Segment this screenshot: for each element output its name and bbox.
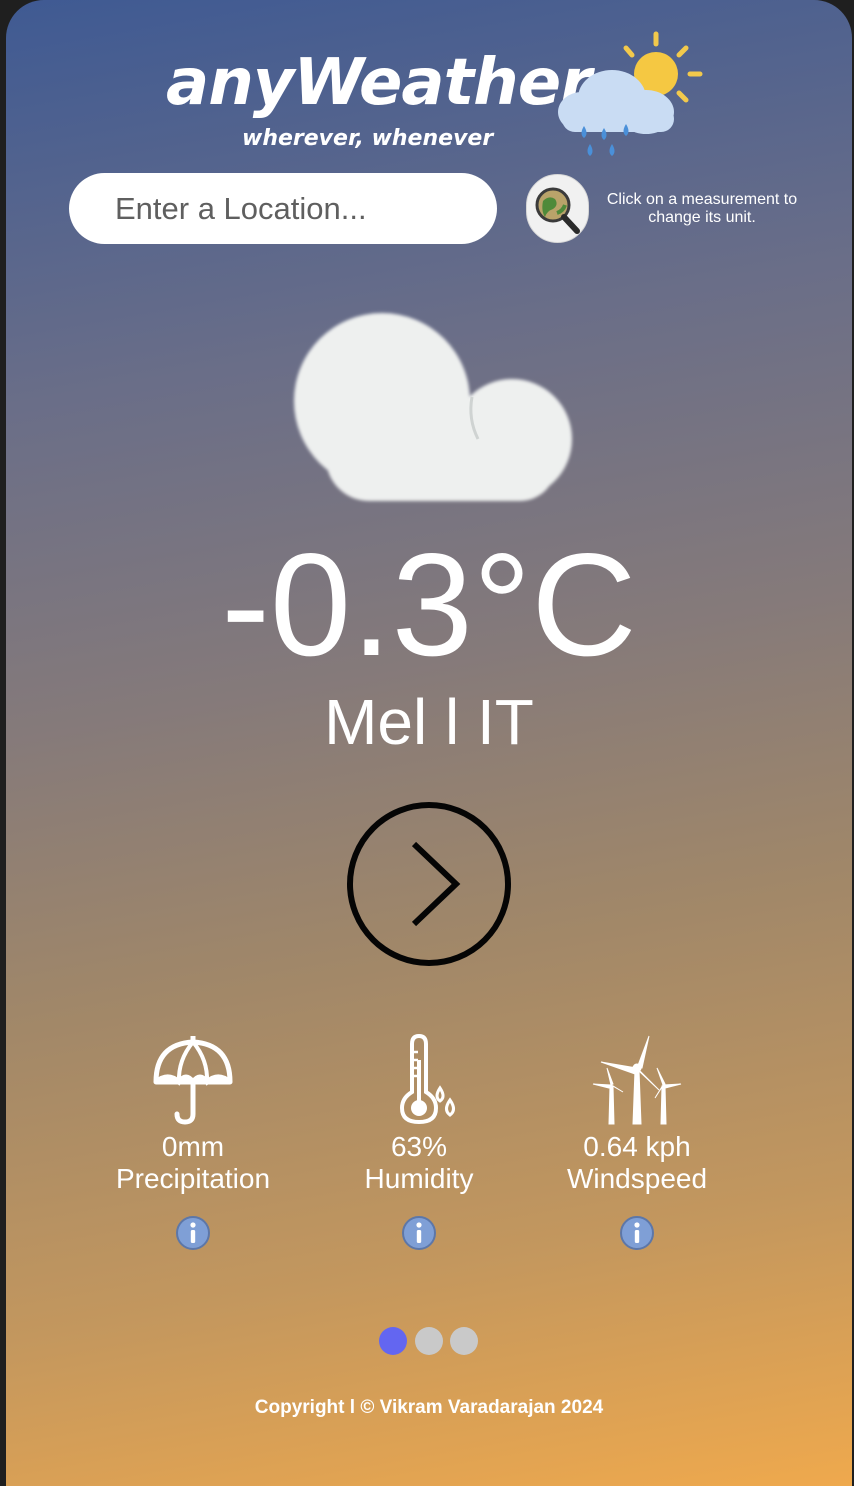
logo: anyWeather wherever, whenever — [156, 28, 716, 168]
precipitation-label: Precipitation — [115, 1163, 271, 1194]
next-arrow-button[interactable] — [344, 799, 514, 969]
precipitation-value[interactable]: 0mm — [73, 1132, 313, 1162]
unit-hint-text: Click on a measurement to change its uni… — [606, 191, 798, 226]
copyright-footer: Copyright l © Vikram Varadarajan 2024 — [254, 1397, 604, 1418]
page-dot-2[interactable] — [415, 1327, 443, 1355]
temperature-reading[interactable]: -0.3°C — [6, 530, 852, 680]
humidity-label: Humidity — [364, 1163, 474, 1194]
windspeed-stat: 0.64 kph Windspeed — [517, 1030, 757, 1251]
location-label: Mel l IT — [324, 686, 534, 758]
globe-magnifier-icon — [535, 187, 580, 234]
info-icon[interactable] — [401, 1215, 437, 1251]
search-button[interactable] — [526, 174, 589, 243]
wind-turbine-icon — [592, 1035, 682, 1125]
page-dot-1[interactable] — [379, 1327, 407, 1355]
sun-cloud-rain-icon — [558, 31, 703, 156]
page-indicator — [379, 1327, 489, 1357]
app-tagline: wherever, whenever — [242, 126, 494, 151]
page-dot-3[interactable] — [450, 1327, 478, 1355]
thermometer-droplets-icon — [399, 1033, 455, 1125]
windspeed-value[interactable]: 0.64 kph — [517, 1132, 757, 1162]
info-icon[interactable] — [175, 1215, 211, 1251]
precipitation-stat: 0mm Precipitation — [73, 1030, 313, 1251]
app-card: anyWeather wherever, whenever Enter a Lo… — [6, 0, 852, 1486]
humidity-value[interactable]: 63% — [299, 1132, 539, 1162]
humidity-stat: 63% Humidity — [299, 1030, 539, 1251]
umbrella-icon — [153, 1036, 233, 1125]
location-search-input[interactable] — [69, 173, 497, 244]
windspeed-label: Windspeed — [566, 1163, 708, 1194]
info-icon[interactable] — [619, 1215, 655, 1251]
cloud-icon — [294, 313, 572, 501]
app-title: anyWeather — [166, 46, 592, 120]
